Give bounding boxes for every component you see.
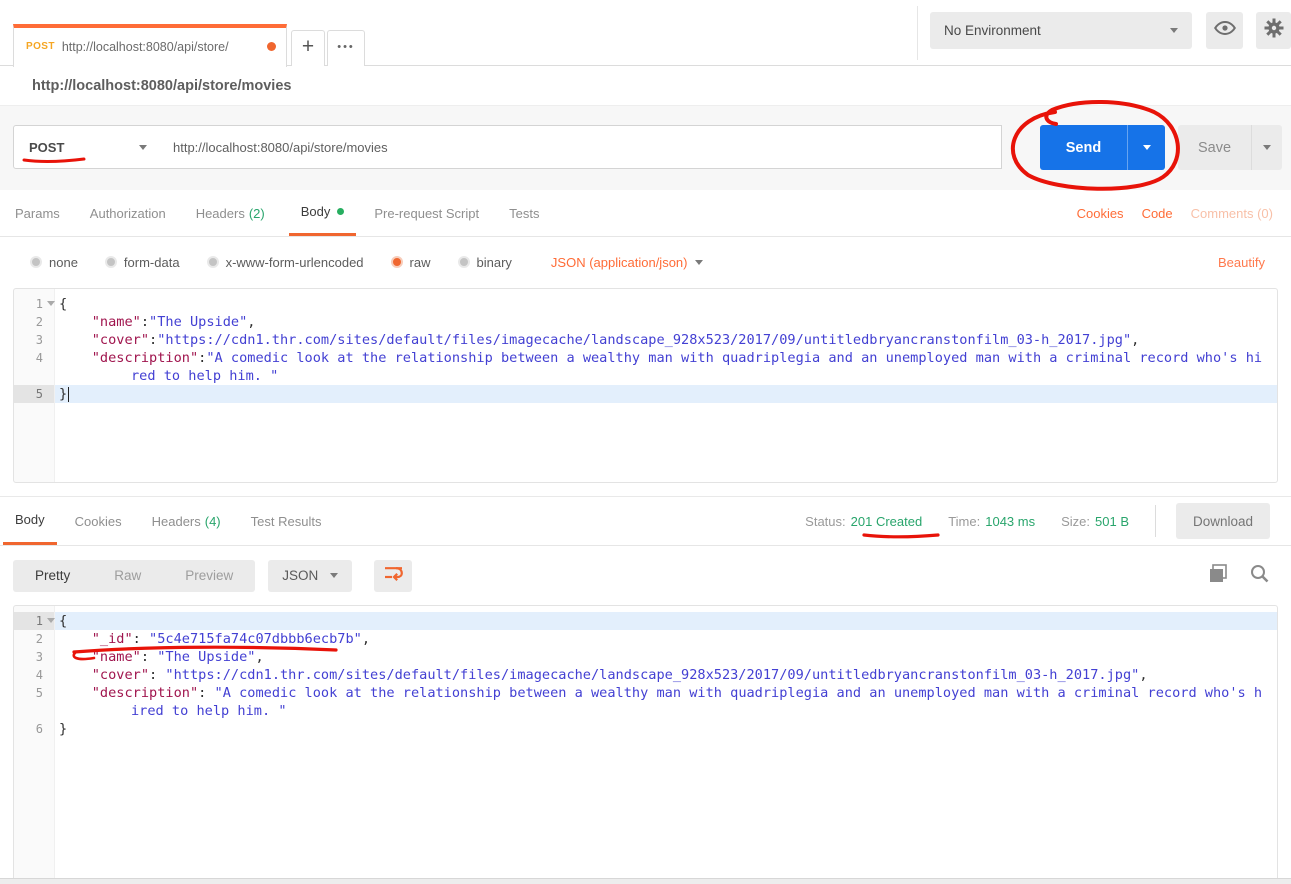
send-button[interactable]: Send bbox=[1040, 125, 1165, 170]
tab-bar: POST http://localhost:8080/api/store/ + … bbox=[0, 0, 1291, 66]
text-cursor bbox=[68, 387, 69, 402]
tab-url-label: http://localhost:8080/api/store/ bbox=[62, 40, 261, 54]
radio-icon bbox=[458, 256, 470, 268]
radio-icon bbox=[30, 256, 42, 268]
eye-icon bbox=[1214, 20, 1236, 41]
response-headers-count-badge: (4) bbox=[205, 514, 221, 529]
gear-icon bbox=[1263, 17, 1285, 44]
request-tabs: Params Authorization Headers (2) Body Pr… bbox=[0, 190, 1291, 237]
code-line: 6} bbox=[14, 720, 1277, 738]
request-title-row: http://localhost:8080/api/store/movies bbox=[0, 66, 1291, 105]
tab-method-label: POST bbox=[26, 41, 55, 52]
headers-count-badge: (2) bbox=[249, 206, 265, 221]
save-button[interactable]: Save bbox=[1178, 125, 1282, 170]
body-filled-dot-icon bbox=[337, 208, 344, 215]
copy-response-button[interactable] bbox=[1209, 564, 1228, 588]
environment-selector[interactable]: No Environment bbox=[930, 12, 1192, 49]
environment-quicklook-button[interactable] bbox=[1206, 12, 1243, 49]
content-type-selector[interactable]: JSON (application/json) bbox=[551, 255, 704, 270]
code-line: 2 "name":"The Upside", bbox=[14, 313, 1277, 331]
tab-pre-request-script[interactable]: Pre-request Script bbox=[374, 190, 479, 236]
view-raw[interactable]: Raw bbox=[92, 560, 163, 592]
body-type-urlencoded[interactable]: x-www-form-urlencoded bbox=[207, 255, 364, 270]
response-tab-body[interactable]: Body bbox=[3, 497, 57, 545]
code-line: 3 "name": "The Upside", bbox=[14, 648, 1277, 666]
divider bbox=[1155, 505, 1156, 537]
tab-headers[interactable]: Headers (2) bbox=[196, 190, 265, 236]
chevron-down-icon bbox=[1263, 145, 1271, 150]
tab-tests[interactable]: Tests bbox=[509, 190, 539, 236]
beautify-link[interactable]: Beautify bbox=[1218, 255, 1265, 270]
radio-icon bbox=[105, 256, 117, 268]
status-badge: Status:201 Created bbox=[805, 514, 922, 529]
code-line: 1{ bbox=[14, 612, 1277, 630]
view-mode-switch: Pretty Raw Preview bbox=[13, 560, 255, 592]
radio-icon bbox=[207, 256, 219, 268]
body-type-binary[interactable]: binary bbox=[458, 255, 512, 270]
chevron-down-icon bbox=[695, 260, 703, 265]
response-meta-bar: Body Cookies Headers (4) Test Results St… bbox=[0, 496, 1291, 546]
response-tab-test-results[interactable]: Test Results bbox=[251, 497, 322, 545]
code-line: 5 "description": "A comedic look at the … bbox=[14, 684, 1277, 720]
body-type-form-data[interactable]: form-data bbox=[105, 255, 180, 270]
method-selector[interactable]: POST bbox=[13, 125, 160, 169]
code-line: 5} bbox=[14, 385, 1277, 403]
new-tab-button[interactable]: + bbox=[291, 30, 325, 66]
chevron-down-icon bbox=[330, 573, 338, 578]
request-title: http://localhost:8080/api/store/movies bbox=[32, 78, 291, 94]
size-badge: Size:501 B bbox=[1061, 514, 1129, 529]
code-line: 3 "cover":"https://cdn1.thr.com/sites/de… bbox=[14, 331, 1277, 349]
body-type-row: none form-data x-www-form-urlencoded raw… bbox=[0, 237, 1291, 287]
cookies-link[interactable]: Cookies bbox=[1077, 206, 1124, 221]
fold-caret-icon[interactable] bbox=[47, 301, 55, 306]
wrap-text-icon bbox=[384, 566, 403, 586]
environment-label: No Environment bbox=[944, 23, 1041, 38]
send-options-button[interactable] bbox=[1127, 125, 1165, 170]
response-body-viewer[interactable]: 1{2 "_id": "5c4e715fa74c07dbbb6ecb7b",3 … bbox=[13, 605, 1278, 878]
time-badge: Time:1043 ms bbox=[948, 514, 1035, 529]
fold-caret-icon[interactable] bbox=[47, 618, 55, 623]
more-tabs-button[interactable]: ••• bbox=[327, 30, 365, 66]
body-type-raw[interactable]: raw bbox=[391, 255, 431, 270]
unsaved-dot-icon bbox=[267, 42, 276, 51]
code-link[interactable]: Code bbox=[1142, 206, 1173, 221]
response-toolbar: Pretty Raw Preview JSON bbox=[0, 546, 1291, 605]
postman-window: POST http://localhost:8080/api/store/ + … bbox=[0, 0, 1291, 884]
save-options-button[interactable] bbox=[1251, 125, 1282, 170]
body-type-none[interactable]: none bbox=[30, 255, 78, 270]
chevron-down-icon bbox=[139, 145, 147, 150]
tab-params[interactable]: Params bbox=[15, 190, 60, 236]
horizontal-scrollbar[interactable] bbox=[0, 878, 1291, 884]
code-line: 2 "_id": "5c4e715fa74c07dbbb6ecb7b", bbox=[14, 630, 1277, 648]
send-label: Send bbox=[1040, 125, 1127, 170]
settings-button[interactable] bbox=[1256, 12, 1291, 49]
comments-link[interactable]: Comments (0) bbox=[1191, 206, 1273, 221]
format-selector[interactable]: JSON bbox=[268, 560, 352, 592]
request-tab[interactable]: POST http://localhost:8080/api/store/ bbox=[13, 24, 287, 67]
download-button[interactable]: Download bbox=[1176, 503, 1270, 539]
url-input[interactable] bbox=[159, 125, 1002, 169]
save-label: Save bbox=[1178, 125, 1251, 170]
search-response-button[interactable] bbox=[1250, 564, 1269, 588]
chevron-down-icon bbox=[1143, 145, 1151, 150]
chevron-down-icon bbox=[1170, 28, 1178, 33]
method-label: POST bbox=[29, 140, 64, 155]
search-icon bbox=[1250, 564, 1269, 588]
view-pretty[interactable]: Pretty bbox=[13, 560, 92, 592]
url-builder: POST Send Save bbox=[0, 105, 1291, 190]
code-line: 4 "cover": "https://cdn1.thr.com/sites/d… bbox=[14, 666, 1277, 684]
divider bbox=[917, 6, 918, 60]
radio-selected-icon bbox=[391, 256, 403, 268]
copy-icon bbox=[1209, 564, 1228, 588]
wrap-text-button[interactable] bbox=[374, 560, 412, 592]
tab-authorization[interactable]: Authorization bbox=[90, 190, 166, 236]
view-preview[interactable]: Preview bbox=[163, 560, 255, 592]
request-body-editor[interactable]: 1{2 "name":"The Upside",3 "cover":"https… bbox=[13, 288, 1278, 483]
response-tab-cookies[interactable]: Cookies bbox=[75, 497, 122, 545]
code-line: 4 "description":"A comedic look at the r… bbox=[14, 349, 1277, 385]
tab-body[interactable]: Body bbox=[289, 190, 357, 236]
response-tab-headers[interactable]: Headers (4) bbox=[152, 497, 221, 545]
code-line: 1{ bbox=[14, 295, 1277, 313]
